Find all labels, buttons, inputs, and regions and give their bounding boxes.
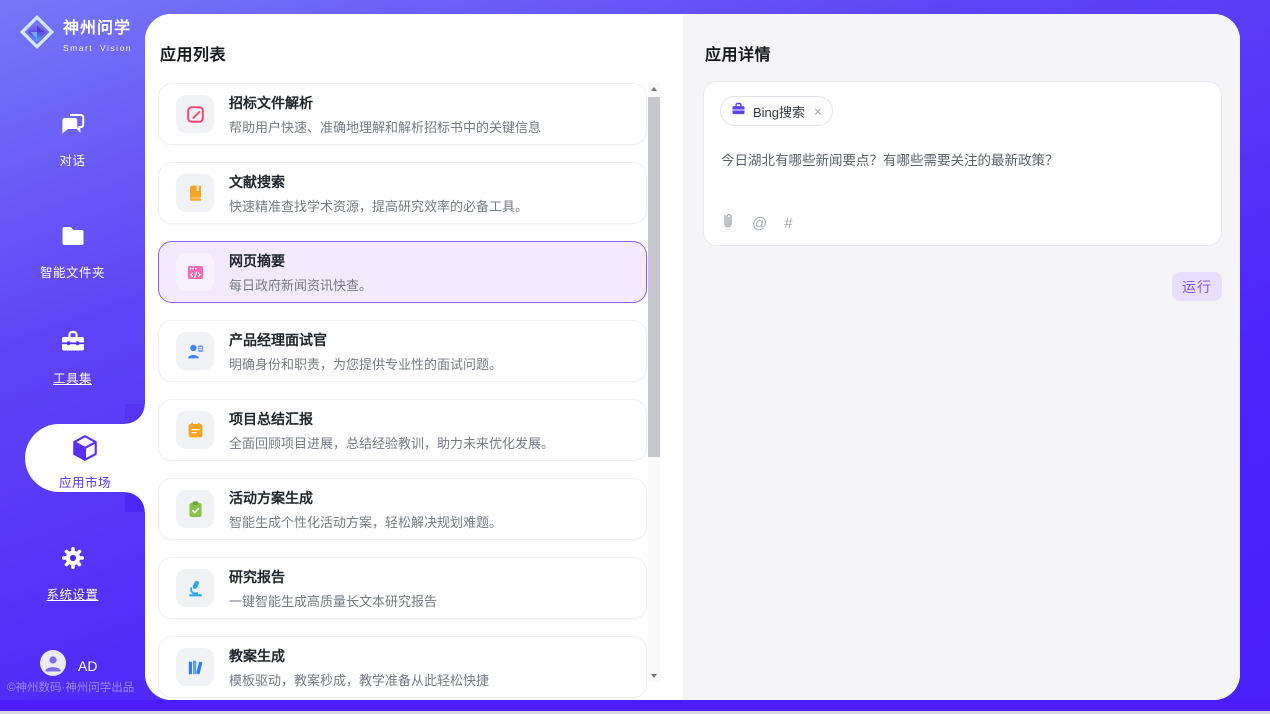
list-item-title: 网页摘要	[229, 251, 372, 271]
hashtag-icon[interactable]: #	[784, 215, 792, 232]
list-item-event-plan[interactable]: 活动方案生成 智能生成个性化活动方案，轻松解决规划难题。	[158, 478, 647, 540]
interviewer-icon	[176, 332, 214, 370]
brand-diamond-icon	[18, 13, 56, 56]
list-item-desc: 一键智能生成高质量长文本研究报告	[229, 591, 437, 610]
list-item-title: 产品经理面试官	[229, 330, 502, 350]
list-item-pm-interviewer[interactable]: 产品经理面试官 明确身份和职责，为您提供专业性的面试问题。	[158, 320, 647, 382]
run-button[interactable]: 运行	[1172, 272, 1222, 301]
clipboard-check-icon	[176, 490, 214, 528]
books-icon	[176, 648, 214, 686]
app-list-title: 应用列表	[160, 41, 226, 65]
query-text[interactable]: 今日湖北有哪些新闻要点？有哪些需要关注的最新政策？	[721, 151, 1205, 171]
paperclip-icon[interactable]	[721, 212, 735, 234]
sidebar-item-label: 系统设置	[0, 584, 145, 603]
brand-logo: 神州问学 Smart Vision	[18, 13, 145, 56]
sidebar-item-smart-folder[interactable]: 智能文件夹	[0, 222, 145, 281]
user-account[interactable]: AD	[40, 650, 97, 681]
avatar	[40, 650, 66, 681]
list-item-desc: 模板驱动，教案秒成，教学准备从此轻松快捷	[229, 670, 489, 689]
sidebar-item-app-market[interactable]: 应用市场	[25, 424, 145, 492]
list-item-desc: 每日政府新闻资讯快查。	[229, 275, 372, 294]
app-list: 招标文件解析 帮助用户快速、准确地理解和解析招标书中的关键信息 文献搜索 快速精…	[158, 83, 647, 698]
prompt-card[interactable]: Bing搜索 × 今日湖北有哪些新闻要点？有哪些需要关注的最新政策？ @ #	[703, 81, 1222, 246]
list-item-title: 文献搜索	[229, 172, 528, 192]
scrollbar-thumb[interactable]	[648, 97, 660, 457]
chat-icon	[59, 125, 87, 142]
list-item-desc: 全面回顾项目进展，总结经验教训，助力未来优化发展。	[229, 433, 554, 452]
list-item-desc: 帮助用户快速、准确地理解和解析招标书中的关键信息	[229, 117, 541, 136]
app-list-panel: 应用列表 招标文件解析 帮助用户快速、准确地理解和解析招标书中的关键信息	[145, 14, 683, 700]
list-item-research-report[interactable]: 研究报告 一键智能生成高质量长文本研究报告	[158, 557, 647, 619]
list-item-desc: 明确身份和职责，为您提供专业性的面试问题。	[229, 354, 502, 373]
briefcase-icon	[731, 102, 746, 121]
main-content: 应用列表 招标文件解析 帮助用户快速、准确地理解和解析招标书中的关键信息	[145, 14, 1240, 700]
toolbox-icon	[59, 343, 87, 360]
chip-close-icon[interactable]: ×	[814, 104, 822, 119]
app-detail-title: 应用详情	[705, 41, 771, 65]
app-detail-panel: 应用详情 Bing搜索 × 今日湖北有哪些新闻要点？有哪些需要关注的最新政策？	[683, 14, 1240, 700]
memo-icon	[176, 411, 214, 449]
list-item-lesson-plan[interactable]: 教案生成 模板驱动，教案秒成，教学准备从此轻松快捷	[158, 636, 647, 698]
microscope-icon	[176, 569, 214, 607]
sidebar-item-settings[interactable]: 系统设置	[0, 544, 145, 603]
webpage-code-icon	[176, 253, 214, 291]
tool-chip-label: Bing搜索	[753, 102, 805, 121]
edit-square-icon	[176, 95, 214, 133]
list-item-title: 项目总结汇报	[229, 409, 554, 429]
folder-icon	[59, 237, 87, 254]
list-item-project-summary[interactable]: 项目总结汇报 全面回顾项目进展，总结经验教训，助力未来优化发展。	[158, 399, 647, 461]
list-item-bid-doc-parse[interactable]: 招标文件解析 帮助用户快速、准确地理解和解析招标书中的关键信息	[158, 83, 647, 145]
sidebar-item-toolset[interactable]: 工具集	[0, 328, 145, 387]
list-item-webpage-summary[interactable]: 网页摘要 每日政府新闻资讯快查。	[158, 241, 647, 303]
list-item-desc: 快速精准查找学术资源，提高研究效率的必备工具。	[229, 196, 528, 215]
scrollbar-up-arrow-icon[interactable]	[648, 82, 660, 95]
list-item-title: 研究报告	[229, 567, 437, 587]
sidebar-item-label: 智能文件夹	[0, 262, 145, 281]
list-item-title: 活动方案生成	[229, 488, 502, 508]
sidebar-item-label: 应用市场	[25, 472, 145, 491]
sidebar: 神州问学 Smart Vision 对话 智能文件夹	[0, 0, 145, 714]
list-item-title: 教案生成	[229, 646, 489, 666]
list-item-desc: 智能生成个性化活动方案，轻松解决规划难题。	[229, 512, 502, 531]
bottom-bar	[0, 700, 1270, 711]
book-icon	[176, 174, 214, 212]
sidebar-item-chat[interactable]: 对话	[0, 110, 145, 169]
user-initials: AD	[78, 658, 97, 674]
scrollbar-down-arrow-icon[interactable]	[648, 669, 660, 682]
mention-icon[interactable]: @	[752, 215, 767, 232]
sidebar-item-label: 工具集	[0, 368, 145, 387]
brand-subtitle: Smart Vision	[63, 43, 132, 53]
list-scrollbar[interactable]	[648, 82, 660, 682]
tool-chip-bing-search[interactable]: Bing搜索 ×	[720, 96, 833, 126]
cube-icon	[70, 450, 100, 467]
copyright-text: ©神州数码·神州问学出品	[7, 679, 134, 695]
list-item-literature-search[interactable]: 文献搜索 快速精准查找学术资源，提高研究效率的必备工具。	[158, 162, 647, 224]
sidebar-item-label: 对话	[0, 150, 145, 169]
attachment-toolbar: @ #	[721, 212, 793, 234]
brand-name: 神州问学	[63, 20, 131, 37]
list-item-title: 招标文件解析	[229, 93, 541, 113]
gear-icon	[59, 559, 87, 576]
